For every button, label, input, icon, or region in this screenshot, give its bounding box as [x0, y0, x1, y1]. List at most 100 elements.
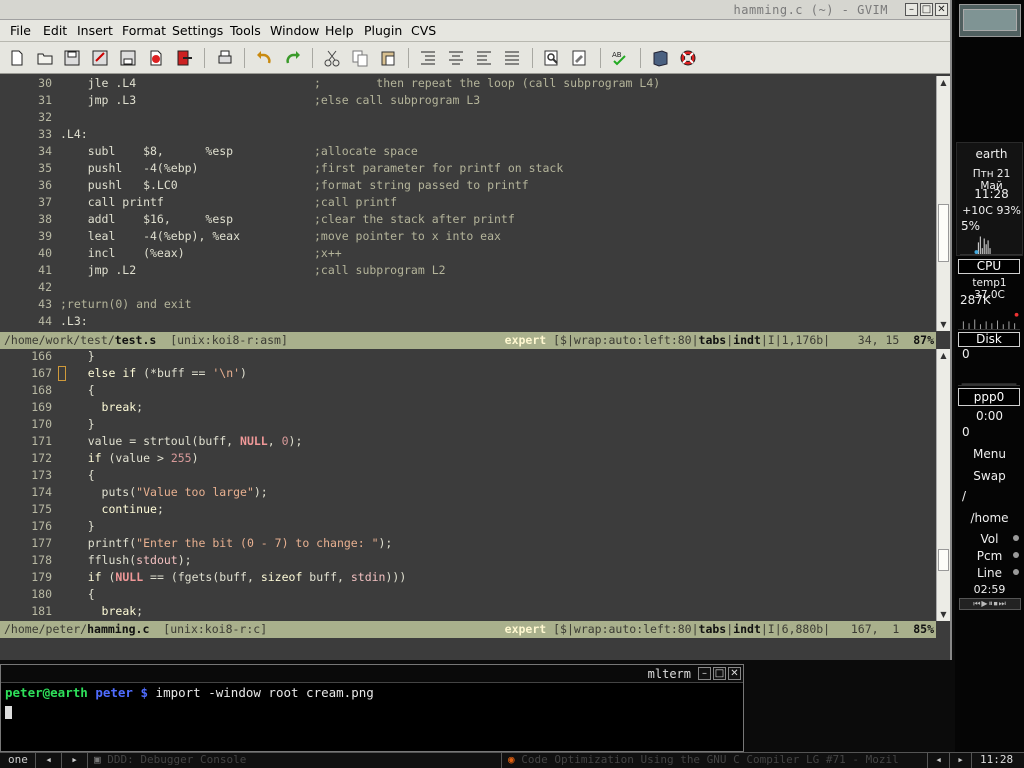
pager-preview[interactable]: [959, 4, 1021, 37]
code-text: if (value > 255): [60, 451, 199, 465]
menu-launcher[interactable]: Menu: [958, 447, 1021, 461]
line-knob[interactable]: [1013, 569, 1019, 575]
editor-pane-top[interactable]: 30 jle .L4 ; then repeat the loop (call s…: [0, 76, 936, 331]
gvim-titlebar[interactable]: hamming.c (~) - GVIM – □ ✕: [0, 0, 950, 20]
toolbar: AB: [0, 42, 950, 74]
menu-help[interactable]: Help: [325, 23, 354, 38]
menu-tools[interactable]: Tools: [230, 23, 261, 38]
undo-icon[interactable]: [255, 49, 273, 67]
mlterm-title: mlterm: [647, 667, 691, 681]
close-button[interactable]: ✕: [935, 3, 948, 16]
next-workspace-button[interactable]: ▸: [62, 753, 88, 768]
code-fragment: ,: [267, 434, 282, 448]
help-lifebuoy-icon[interactable]: [679, 49, 697, 67]
code-fragment: [60, 502, 102, 516]
line-control[interactable]: Line: [958, 566, 1021, 580]
cpu-label[interactable]: CPU: [958, 259, 1020, 274]
task-mozilla[interactable]: ◉ Code Optimization Using the GNU C Comp…: [502, 753, 928, 768]
spellcheck-icon[interactable]: AB: [611, 49, 629, 67]
code-number: 255: [170, 451, 192, 465]
scroll-down-arrow[interactable]: ▼: [938, 609, 949, 620]
status-percent: 87%: [913, 333, 934, 347]
scroll-up-arrow[interactable]: ▲: [938, 77, 949, 88]
memory-graph: [958, 312, 1020, 330]
print-preview-icon[interactable]: [119, 49, 137, 67]
save-icon[interactable]: [63, 49, 81, 67]
player-controls[interactable]: ⏮▶⏸⏹⏭: [959, 598, 1021, 610]
code-fragment: ;: [136, 604, 144, 618]
code-text: .L4:: [60, 127, 88, 141]
editor-pane-bottom[interactable]: 166 } 167 else if (*buff == '\n') 168 { …: [0, 349, 936, 621]
menu-edit[interactable]: Edit: [43, 23, 67, 38]
maximize-button[interactable]: □: [713, 667, 726, 680]
save-all-icon[interactable]: [91, 49, 109, 67]
code-fragment: printf(: [60, 536, 137, 550]
disk-label[interactable]: Disk: [958, 332, 1020, 347]
find-replace-icon[interactable]: [571, 49, 589, 67]
menu-format[interactable]: Format: [122, 23, 166, 38]
copy-icon[interactable]: [351, 49, 369, 67]
scrollbar-thumb[interactable]: [938, 204, 949, 262]
task-ddd[interactable]: ▣ DDD: Debugger Console: [88, 753, 502, 768]
menu-insert[interactable]: Insert: [77, 23, 113, 38]
minimize-button[interactable]: –: [905, 3, 918, 16]
scrollbar-bottom[interactable]: ▲ ▼: [936, 349, 950, 621]
mlterm-window[interactable]: mlterm – □ ✕ peter@earth peter $ import …: [0, 664, 744, 752]
code-line: 179 if (NULL == (fgets(buff, sizeof buff…: [0, 570, 936, 587]
redo-icon[interactable]: [284, 49, 302, 67]
network-label[interactable]: ppp0: [958, 388, 1020, 406]
scroll-down-arrow[interactable]: ▼: [938, 319, 949, 330]
line-number: 36: [38, 178, 52, 192]
mlterm-titlebar[interactable]: mlterm – □ ✕: [1, 665, 743, 683]
code-text: leal -4(%ebp), %eax: [60, 229, 241, 243]
menu-settings[interactable]: Settings: [172, 23, 223, 38]
center-icon[interactable]: [447, 49, 465, 67]
paste-icon[interactable]: [379, 49, 397, 67]
close-button[interactable]: ✕: [728, 667, 741, 680]
task-prev-button[interactable]: ◂: [928, 753, 950, 768]
code-line: 44 .L3:: [0, 314, 936, 331]
menu-window[interactable]: Window: [270, 23, 319, 38]
menu-file[interactable]: File: [10, 23, 31, 38]
menu-cvs[interactable]: CVS: [411, 23, 436, 38]
line-number: 173: [31, 468, 52, 482]
status-mode: expert: [504, 622, 547, 636]
workspace-label[interactable]: one: [0, 753, 36, 768]
outdent-icon[interactable]: [475, 49, 493, 67]
code-text: {: [60, 468, 95, 482]
pcm-control[interactable]: Pcm: [958, 549, 1021, 563]
line-number: 169: [31, 400, 52, 414]
exit-icon[interactable]: [175, 49, 193, 67]
line-number: 35: [38, 161, 52, 175]
code-fragment: );: [288, 434, 303, 448]
scrollbar-thumb[interactable]: [938, 549, 949, 571]
print-icon[interactable]: [216, 49, 234, 67]
book-icon[interactable]: [651, 49, 669, 67]
line-number: 168: [31, 383, 52, 397]
terminal-cursor: [5, 706, 12, 719]
status-tabs: tabs: [698, 622, 727, 636]
open-folder-icon[interactable]: [36, 49, 54, 67]
prev-workspace-button[interactable]: ◂: [36, 753, 62, 768]
new-file-icon[interactable]: [8, 49, 26, 67]
terminal-output[interactable]: peter@earth peter $ import -window root …: [5, 685, 374, 700]
scroll-up-arrow[interactable]: ▲: [938, 350, 949, 361]
pcm-knob[interactable]: [1013, 552, 1019, 558]
code-comment: ;return(0) and exit: [60, 297, 192, 311]
code-constant: NULL: [240, 434, 268, 448]
justify-icon[interactable]: [503, 49, 521, 67]
volume-control[interactable]: Vol: [958, 532, 1021, 546]
indent-icon[interactable]: [419, 49, 437, 67]
menu-plugin[interactable]: Plugin: [364, 23, 402, 38]
scrollbar-top[interactable]: ▲ ▼: [936, 76, 950, 331]
status-flags: [$|wrap:auto:left:80|: [553, 622, 699, 636]
close-file-icon[interactable]: [147, 49, 165, 67]
find-icon[interactable]: [543, 49, 561, 67]
minimize-button[interactable]: –: [698, 667, 711, 680]
line-number: 175: [31, 502, 52, 516]
command-line[interactable]: [0, 639, 950, 660]
cut-icon[interactable]: [323, 49, 341, 67]
volume-knob[interactable]: [1013, 535, 1019, 541]
task-next-button[interactable]: ▸: [950, 753, 972, 768]
maximize-button[interactable]: □: [920, 3, 933, 16]
